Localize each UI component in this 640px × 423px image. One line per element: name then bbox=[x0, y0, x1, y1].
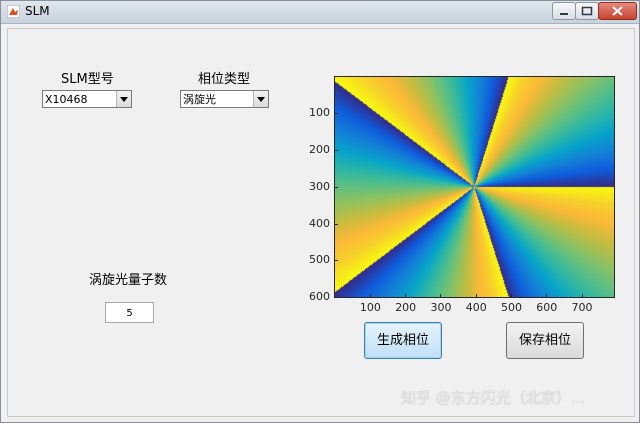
phase-image bbox=[335, 77, 614, 297]
x-tick-mark bbox=[546, 294, 548, 297]
phase-type-label: 相位类型 bbox=[198, 72, 251, 87]
x-tick-label: 600 bbox=[536, 301, 558, 314]
y-tick-label: 300 bbox=[309, 179, 330, 193]
x-tick-mark bbox=[511, 294, 512, 297]
y-tick-mark bbox=[335, 150, 338, 152]
y-tick-mark bbox=[335, 186, 338, 188]
x-tick-label: 500 bbox=[501, 301, 522, 314]
slm-model-value: X10468 bbox=[45, 93, 88, 106]
chevron-down-icon bbox=[257, 97, 265, 102]
matlab-icon bbox=[7, 5, 20, 18]
y-tick-mark bbox=[335, 223, 338, 225]
window-title: SLM bbox=[25, 4, 50, 18]
x-tick-mark bbox=[440, 294, 442, 297]
dropdown-arrow[interactable] bbox=[253, 91, 268, 107]
x-tick-label: 200 bbox=[395, 301, 417, 314]
x-tick-mark bbox=[405, 294, 407, 297]
y-tick-mark bbox=[335, 113, 338, 115]
phase-type-dropdown[interactable]: 涡旋光 bbox=[180, 90, 269, 108]
vortex-charge-label: 涡旋光量子数 bbox=[89, 273, 168, 288]
x-tick-mark bbox=[475, 294, 477, 297]
x-tick-mark bbox=[581, 294, 583, 297]
phase-plot-axes bbox=[334, 76, 615, 298]
chevron-down-icon bbox=[120, 97, 128, 102]
y-tick-mark bbox=[335, 297, 338, 298]
save-phase-button[interactable]: 保存相位 bbox=[506, 322, 584, 359]
y-tick-label: 400 bbox=[309, 216, 330, 230]
close-icon bbox=[612, 6, 623, 16]
maximize-icon bbox=[581, 6, 593, 16]
x-tick-label: 700 bbox=[571, 301, 593, 314]
dropdown-arrow[interactable] bbox=[116, 91, 131, 107]
x-tick-label: 400 bbox=[465, 301, 487, 314]
y-tick-mark bbox=[335, 260, 338, 262]
vortex-charge-input[interactable]: 5 bbox=[105, 302, 154, 323]
app-window: SLM SLM型号 X10468 相位类型 涡旋光 涡旋光量子数 5 生成相位 … bbox=[0, 0, 640, 423]
y-tick-label: 200 bbox=[309, 143, 330, 157]
y-tick-label: 100 bbox=[309, 106, 330, 120]
y-tick-label: 500 bbox=[309, 253, 330, 267]
generate-phase-button[interactable]: 生成相位 bbox=[364, 322, 442, 359]
phase-type-value: 涡旋光 bbox=[183, 93, 216, 106]
x-tick-label: 300 bbox=[430, 301, 452, 314]
title-bar[interactable]: SLM bbox=[1, 1, 639, 24]
y-tick-label: 600 bbox=[309, 290, 330, 303]
slm-model-label: SLM型号 bbox=[61, 72, 114, 87]
x-tick-label: 100 bbox=[359, 301, 381, 314]
maximize-button[interactable] bbox=[575, 2, 599, 20]
watermark: 知乎 @东方闪光（北京）... bbox=[401, 389, 586, 407]
close-button[interactable] bbox=[598, 2, 637, 20]
minimize-icon bbox=[560, 13, 568, 15]
minimize-button[interactable] bbox=[552, 2, 576, 20]
slm-model-dropdown[interactable]: X10468 bbox=[42, 90, 132, 108]
x-tick-mark bbox=[369, 294, 371, 297]
